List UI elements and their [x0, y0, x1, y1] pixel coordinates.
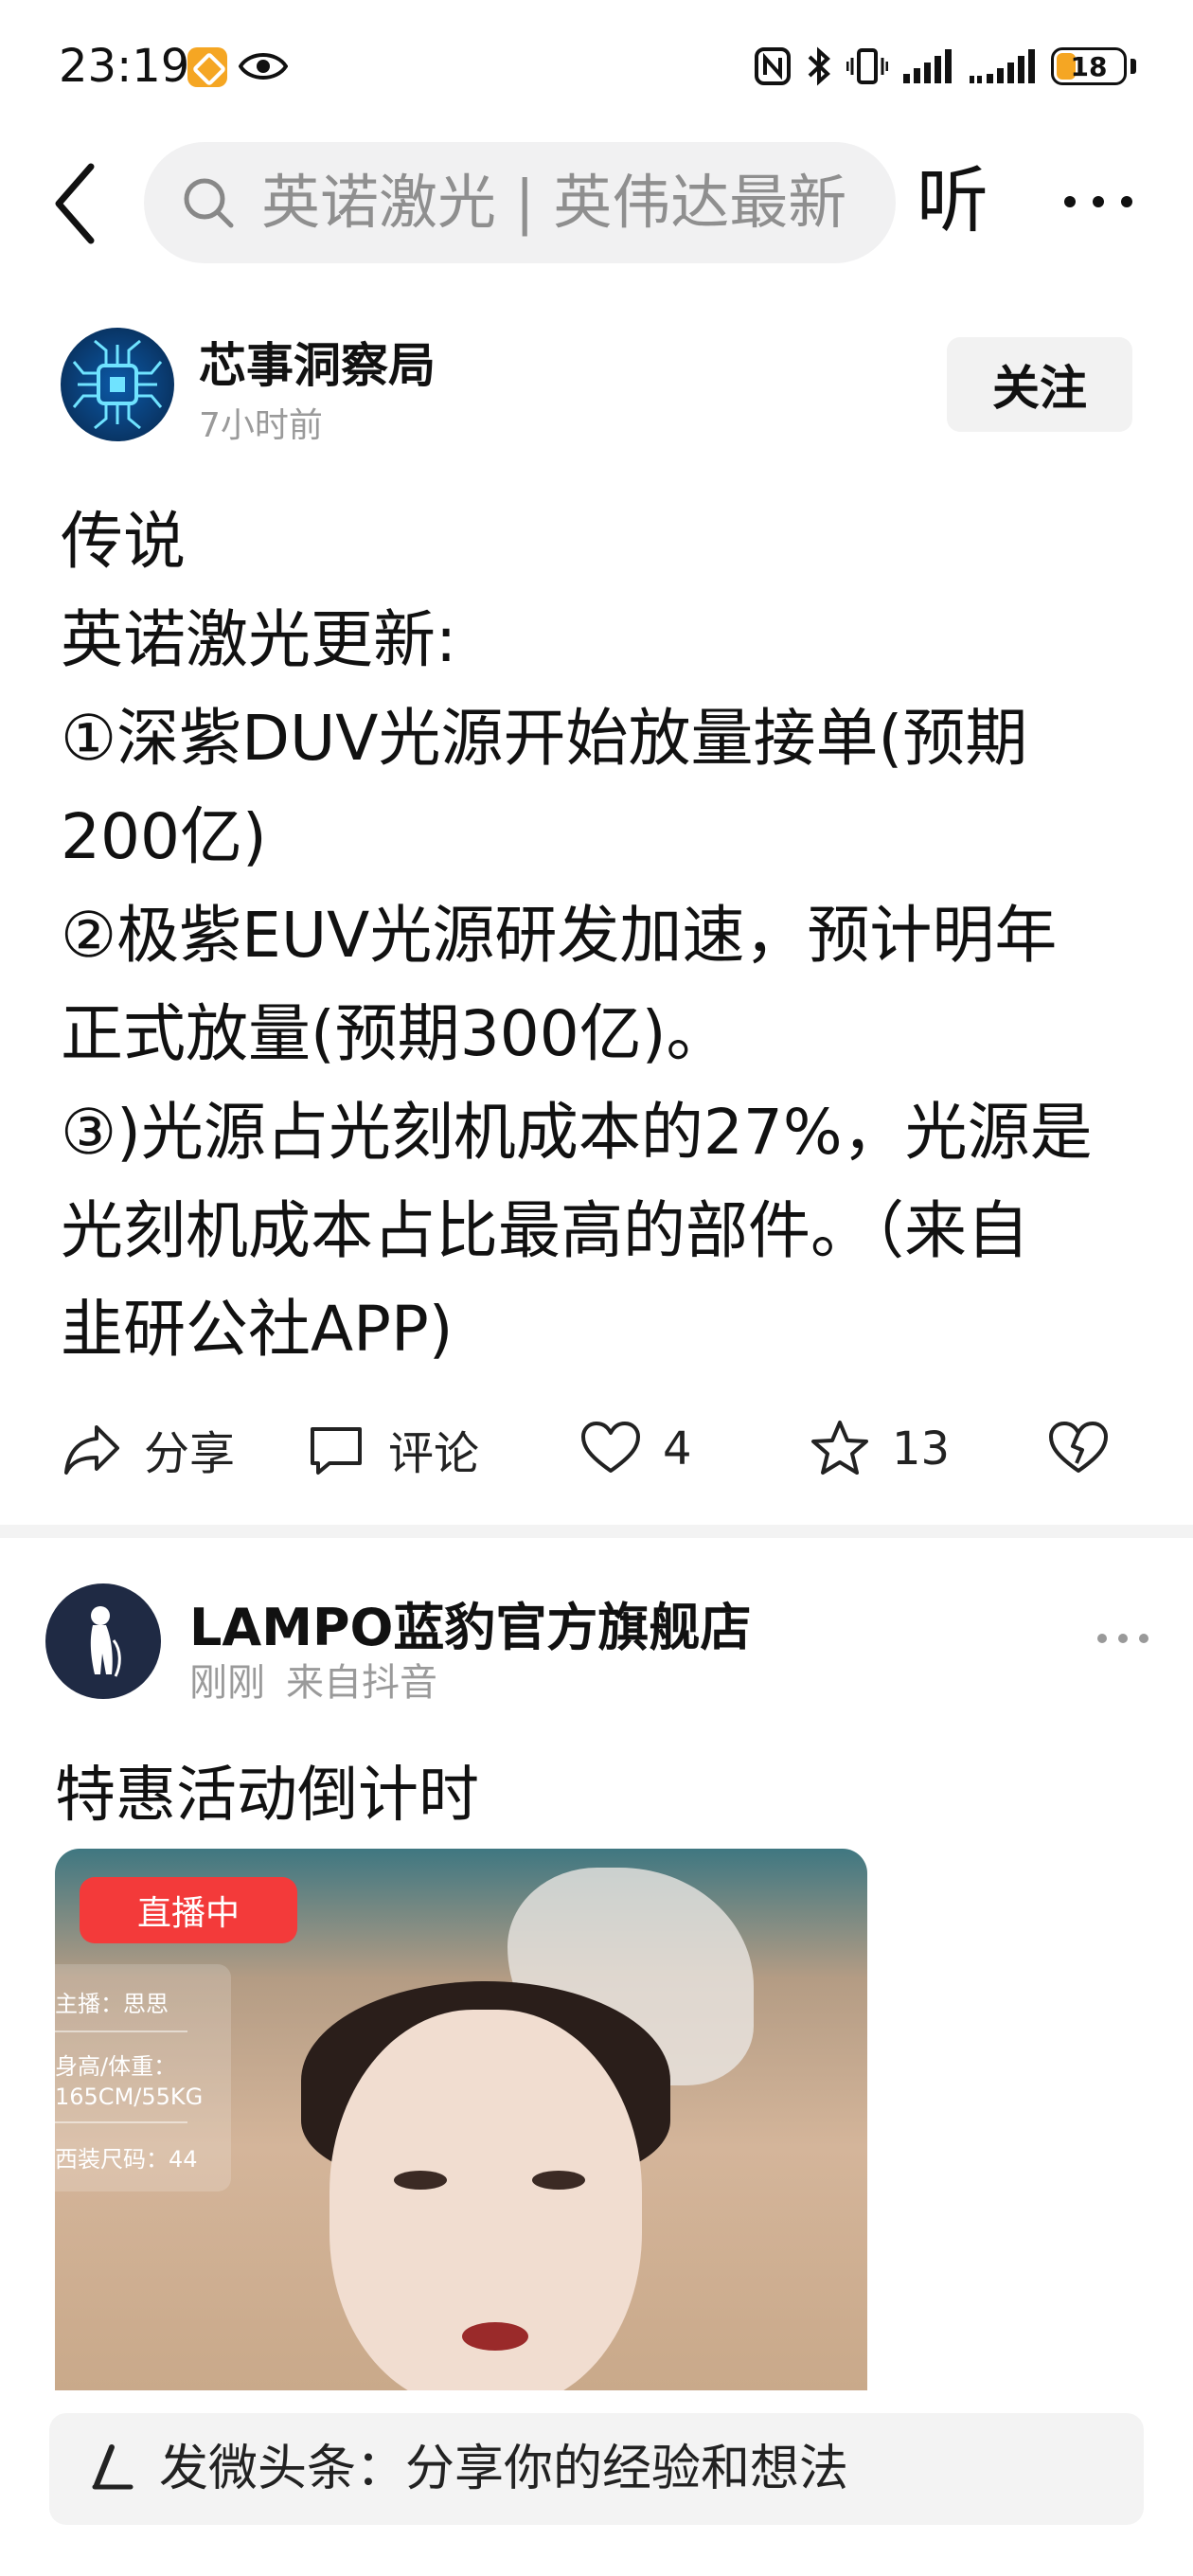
leopard-logo-icon: [90, 1606, 121, 1677]
post-line: ②极紫EUV光源研发加速，预计明年: [61, 899, 1058, 972]
bluetooth-icon: [808, 46, 830, 86]
post-source: 来自抖音: [286, 1661, 437, 1705]
vibrate-icon: [846, 48, 888, 84]
compose-bar[interactable]: 发微头条：分享你的经验和想法: [49, 2413, 1144, 2525]
status-bar: 23:19 18: [0, 0, 1193, 133]
status-time: 23:19: [59, 40, 190, 93]
post-line: 光刻机成本占比最高的部件。（来自: [61, 1194, 1029, 1267]
broken-heart-icon: [1049, 1422, 1108, 1473]
share-button[interactable]: 分享: [61, 1402, 235, 1496]
battery-tip: [1131, 59, 1136, 74]
more-icon[interactable]: [1095, 1629, 1151, 1648]
battery-icon: 18: [1051, 47, 1127, 85]
follow-button[interactable]: 关注: [947, 337, 1132, 432]
post-line: 英诺激光更新:: [61, 603, 457, 676]
nfc-icon: [755, 47, 791, 85]
search-query: 英诺激光 | 英伟达最新: [261, 168, 847, 237]
status-right-icons: 18: [754, 44, 1136, 89]
like-count: 4: [663, 1422, 692, 1476]
comment-label: 评论: [388, 1427, 480, 1480]
post-line: 正式放量(预期300亿)。: [61, 997, 729, 1070]
signal-icon: [970, 49, 1035, 83]
compose-placeholder: 发微头条：分享你的经验和想法: [159, 2441, 849, 2497]
info-divider: [55, 2121, 187, 2123]
favorite-button[interactable]: 13: [809, 1402, 950, 1496]
eye-icon: [239, 53, 288, 80]
pen-icon: [92, 2444, 134, 2490]
avatar[interactable]: [61, 328, 174, 441]
like-button[interactable]: 4: [579, 1402, 692, 1496]
post-time: 7小时前: [199, 406, 323, 445]
post-content[interactable]: 传说 英诺激光更新: ①深紫DUV光源开始放量接单(预期 200亿) ②极紫EU…: [61, 492, 1140, 1379]
post-line: 传说: [61, 505, 186, 578]
host-eye: [394, 2171, 447, 2190]
live-video-thumbnail[interactable]: 直播中 主播：思思 身高/体重： 165CM/55KG 西装尺码：44: [55, 1849, 867, 2390]
avatar[interactable]: [45, 1583, 161, 1699]
host-info-line: 身高/体重：: [55, 2053, 177, 2080]
chip-icon: [72, 339, 163, 430]
post-line: 韭研公社APP): [61, 1293, 454, 1366]
info-divider: [55, 2030, 187, 2032]
host-mouth: [462, 2322, 528, 2351]
post-title[interactable]: 特惠活动倒计时: [55, 1746, 479, 1834]
share-icon: [64, 1425, 119, 1475]
post-meta: 刚刚 来自抖音: [189, 1652, 437, 1707]
author-name[interactable]: LAMPO蓝豹官方旗舰店: [189, 1585, 751, 1660]
app-badge-icon: [187, 47, 227, 87]
more-icon[interactable]: [1060, 188, 1136, 216]
dislike-button[interactable]: [1047, 1402, 1110, 1496]
host-eye: [532, 2171, 585, 2190]
listen-button[interactable]: 听: [917, 153, 988, 248]
share-label: 分享: [144, 1427, 236, 1480]
post-line: ③)光源占光刻机成本的27%，光源是: [61, 1096, 1093, 1169]
battery-level: 18: [1070, 50, 1108, 82]
post-line: ①深紫DUV光源开始放量接单(预期: [61, 702, 1028, 775]
host-info-line: 165CM/55KG: [55, 2084, 204, 2110]
live-badge: 直播中: [80, 1877, 297, 1943]
star-icon: [811, 1421, 868, 1475]
signal-icon: [903, 49, 952, 83]
back-arrow-icon[interactable]: [49, 161, 106, 246]
feed-divider: [0, 1525, 1193, 1538]
comment-icon: [311, 1427, 362, 1475]
heart-icon: [581, 1422, 640, 1473]
favorite-count: 13: [892, 1422, 951, 1476]
post-time: 刚刚: [189, 1661, 265, 1705]
search-icon: [184, 178, 234, 228]
post-line: 200亿): [61, 800, 267, 873]
comment-button[interactable]: 评论: [305, 1402, 479, 1496]
author-name[interactable]: 芯事洞察局: [199, 328, 436, 396]
post-actions: 分享 评论 4 13: [61, 1402, 1140, 1496]
search-input[interactable]: 英诺激光 | 英伟达最新: [144, 142, 896, 263]
host-info-line: 主播：思思: [55, 1991, 169, 2017]
host-info-line: 西装尺码：44: [55, 2146, 198, 2173]
host-info-card: 主播：思思 身高/体重： 165CM/55KG 西装尺码：44: [55, 1964, 231, 2191]
